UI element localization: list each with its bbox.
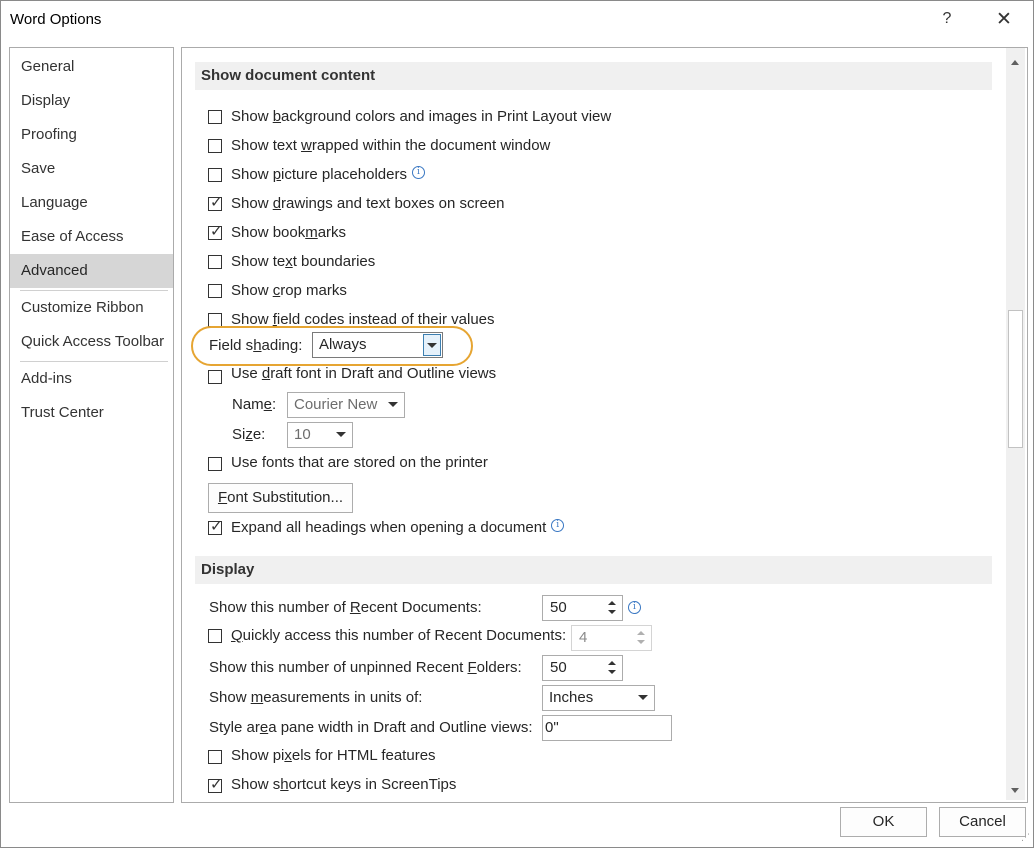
expand-headings-checkbox[interactable]: ✓ xyxy=(208,518,223,535)
background-colors-checkbox[interactable] xyxy=(208,110,222,124)
unpinned-folders-spinner[interactable]: 50 xyxy=(542,655,623,681)
field-shading-value: Always xyxy=(319,336,367,353)
check-icon: ✓ xyxy=(210,194,223,211)
title-bar: Word Options ? ✕ xyxy=(1,1,1033,39)
quick-access-checkbox[interactable] xyxy=(208,629,222,643)
recent-documents-label: Show this number of Recent Documents: xyxy=(209,599,482,616)
style-area-label: Style area pane width in Draft and Outli… xyxy=(209,719,533,736)
picture-placeholders-checkbox[interactable] xyxy=(208,168,222,182)
shortcut-keys-checkbox[interactable]: ✓ xyxy=(208,776,223,793)
printer-fonts-checkbox[interactable] xyxy=(208,457,222,471)
shortcut-keys-label: Show shortcut keys in ScreenTips xyxy=(231,776,457,793)
nav-item-display[interactable]: Display xyxy=(10,84,173,118)
nav-item-proofing[interactable]: Proofing xyxy=(10,118,173,152)
info-icon: i xyxy=(551,519,565,532)
draft-font-name-select[interactable]: Courier New xyxy=(287,392,405,418)
spin-down-icon[interactable] xyxy=(608,610,616,614)
text-boundaries-checkbox[interactable] xyxy=(208,255,222,269)
background-colors-label: Show background colors and images in Pri… xyxy=(231,108,612,125)
spin-up-icon xyxy=(637,631,645,635)
printer-fonts-label: Use fonts that are stored on the printer xyxy=(231,454,488,471)
close-icon[interactable]: ✕ xyxy=(992,9,1016,31)
draft-font-size-value: 10 xyxy=(294,426,311,443)
info-icon: i xyxy=(628,601,641,614)
drawings-text-boxes-checkbox[interactable]: ✓ xyxy=(208,194,223,211)
spin-up-icon[interactable] xyxy=(608,661,616,665)
measurements-label: Show measurements in units of: xyxy=(209,689,423,706)
nav-item-advanced[interactable]: Advanced xyxy=(10,254,173,288)
picture-placeholders-label: Show picture placeholders i xyxy=(231,164,425,186)
advanced-options-panel: Show document content Show background co… xyxy=(181,47,1028,803)
chevron-down-icon xyxy=(638,695,648,700)
chevron-down-icon xyxy=(336,432,346,437)
field-shading-label: Field shading: xyxy=(209,337,303,354)
spin-down-icon[interactable] xyxy=(608,670,616,674)
section-header-display: Display xyxy=(195,556,992,584)
field-codes-checkbox[interactable] xyxy=(208,313,222,327)
section-header-show-document-content: Show document content xyxy=(195,62,992,90)
nav-item-general[interactable]: General xyxy=(10,50,173,84)
draft-font-size-select[interactable]: 10 xyxy=(287,422,353,448)
draft-font-name-value: Courier New xyxy=(294,396,378,413)
drawings-text-boxes-label: Show drawings and text boxes on screen xyxy=(231,195,505,212)
scroll-up-icon[interactable] xyxy=(1011,60,1019,65)
quick-access-label: Quickly access this number of Recent Doc… xyxy=(231,627,567,644)
measurements-select[interactable]: Inches xyxy=(542,685,655,711)
scrollbar-thumb[interactable] xyxy=(1008,310,1023,448)
expand-headings-label: Expand all headings when opening a docum… xyxy=(231,517,565,539)
chevron-down-icon xyxy=(388,402,398,407)
draft-font-checkbox[interactable] xyxy=(208,370,222,384)
nav-item-quick-access-toolbar[interactable]: Quick Access Toolbar xyxy=(10,325,173,359)
field-shading-select[interactable]: Always xyxy=(312,332,443,358)
resize-grip-icon[interactable]: ⋰ xyxy=(1021,833,1031,845)
spin-up-icon[interactable] xyxy=(608,601,616,605)
nav-item-trust-center[interactable]: Trust Center xyxy=(10,396,173,430)
text-wrapped-label: Show text wrapped within the document wi… xyxy=(231,137,551,154)
size-label: Size: xyxy=(232,426,266,443)
info-icon: i xyxy=(411,166,425,179)
font-substitution-button[interactable]: Font Substitution... xyxy=(208,483,353,513)
window-title: Word Options xyxy=(10,11,102,28)
crop-marks-checkbox[interactable] xyxy=(208,284,222,298)
check-icon: ✓ xyxy=(210,223,223,240)
vertical-scrollbar[interactable] xyxy=(1006,48,1025,800)
spin-down-icon xyxy=(637,640,645,644)
nav-item-ease-of-access[interactable]: Ease of Access xyxy=(10,220,173,254)
nav-item-save[interactable]: Save xyxy=(10,152,173,186)
style-area-width-input[interactable]: 0" xyxy=(542,715,672,741)
nav-item-customize-ribbon[interactable]: Customize Ribbon xyxy=(10,291,173,325)
cancel-button[interactable]: Cancel xyxy=(939,807,1026,837)
text-boundaries-label: Show text boundaries xyxy=(231,253,376,270)
text-wrapped-checkbox[interactable] xyxy=(208,139,222,153)
nav-item-language[interactable]: Language xyxy=(10,186,173,220)
quick-access-spinner[interactable]: 4 xyxy=(571,625,652,651)
measurements-value: Inches xyxy=(549,689,594,706)
show-pixels-checkbox[interactable] xyxy=(208,750,222,764)
unpinned-folders-label: Show this number of unpinned Recent Fold… xyxy=(209,659,522,676)
nav-item-add-ins[interactable]: Add-ins xyxy=(10,362,173,396)
crop-marks-label: Show crop marks xyxy=(231,282,347,299)
name-label: Name: xyxy=(232,396,277,413)
help-button[interactable]: ? xyxy=(937,10,957,30)
chevron-down-icon[interactable] xyxy=(423,334,441,356)
show-pixels-label: Show pixels for HTML features xyxy=(231,747,436,764)
options-nav: General Display Proofing Save Language E… xyxy=(9,47,174,803)
draft-font-label: Use draft font in Draft and Outline view… xyxy=(231,365,497,382)
ok-button[interactable]: OK xyxy=(840,807,927,837)
word-options-dialog: Word Options ? ✕ General Display Proofin… xyxy=(0,0,1034,848)
scroll-down-icon[interactable] xyxy=(1011,788,1019,793)
bookmarks-label: Show bookmarks xyxy=(231,224,347,241)
bookmarks-checkbox[interactable]: ✓ xyxy=(208,223,223,240)
recent-documents-spinner[interactable]: 50 xyxy=(542,595,623,621)
